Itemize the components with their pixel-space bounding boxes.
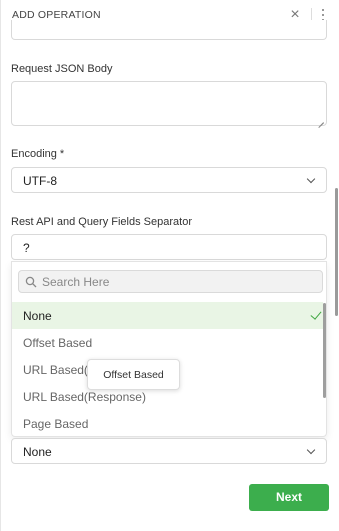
chevron-down-icon	[306, 174, 316, 184]
tooltip-text: Offset Based	[103, 369, 164, 381]
resize-handle-icon[interactable]	[317, 116, 324, 123]
search-icon	[25, 276, 37, 288]
dropdown-option-offset-based[interactable]: Offset Based	[12, 329, 323, 356]
pagination-dropdown-menu: None Offset Based URL Based(H URL Based(…	[11, 261, 327, 437]
panel-scrollbar[interactable]	[335, 188, 338, 316]
previous-field-input[interactable]	[11, 20, 327, 40]
dropdown-search-box[interactable]	[18, 270, 323, 293]
option-label: Page Based	[23, 417, 89, 431]
option-label: None	[23, 309, 52, 323]
next-button[interactable]: Next	[249, 484, 329, 511]
separator-input[interactable]: ?	[11, 234, 327, 260]
dropdown-option-page-based[interactable]: Page Based	[12, 410, 323, 436]
encoding-label: Encoding *	[11, 148, 65, 160]
checkmark-icon	[310, 308, 322, 320]
encoding-value: UTF-8	[23, 174, 57, 188]
option-tooltip: Offset Based	[87, 359, 180, 390]
option-label: URL Based(Response)	[23, 390, 146, 404]
option-label: Offset Based	[23, 336, 93, 350]
request-json-body-label: Request JSON Body	[11, 63, 113, 75]
encoding-select[interactable]: UTF-8	[11, 167, 327, 193]
chevron-down-icon	[306, 445, 316, 455]
request-json-body-textarea[interactable]	[11, 81, 327, 126]
option-label: URL Based(H	[23, 363, 97, 377]
dropdown-scrollbar[interactable]	[323, 303, 326, 398]
separator-value: ?	[23, 241, 30, 255]
dropdown-search-input[interactable]	[42, 274, 312, 290]
next-button-label: Next	[275, 490, 302, 504]
dropdown-option-none[interactable]: None	[12, 302, 323, 329]
pagination-select[interactable]: None	[11, 438, 327, 464]
add-operation-panel: ADD OPERATION × Request JSON Body Encodi…	[0, 0, 339, 531]
pagination-value: None	[23, 445, 52, 459]
separator-label: Rest API and Query Fields Separator	[11, 216, 192, 228]
